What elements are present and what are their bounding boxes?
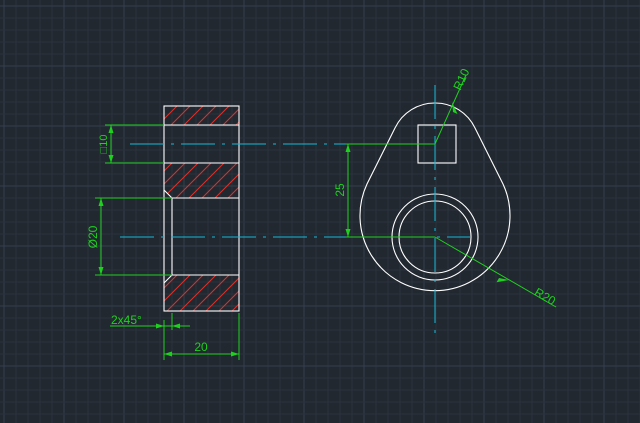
- background-grid: [0, 0, 640, 423]
- thickness-label: 20: [194, 340, 208, 354]
- front-dimensions: [345, 74, 557, 308]
- section-outline: [163, 105, 240, 312]
- square-size-label: □10: [98, 135, 110, 154]
- front-view: 25 R10 R20: [333, 66, 558, 338]
- chamfer-top: [163, 189, 173, 199]
- section-body: [163, 105, 240, 312]
- small-radius-label: R10: [450, 66, 472, 92]
- center-distance-label: 25: [333, 183, 347, 197]
- bore-diameter-label: Ø20: [86, 225, 100, 248]
- large-radius-label: R20: [532, 285, 558, 308]
- cad-drawing-canvas[interactable]: □10 Ø20 2x45° 20 25 R10 R20: [0, 0, 640, 423]
- chamfer-label: 2x45°: [111, 313, 142, 327]
